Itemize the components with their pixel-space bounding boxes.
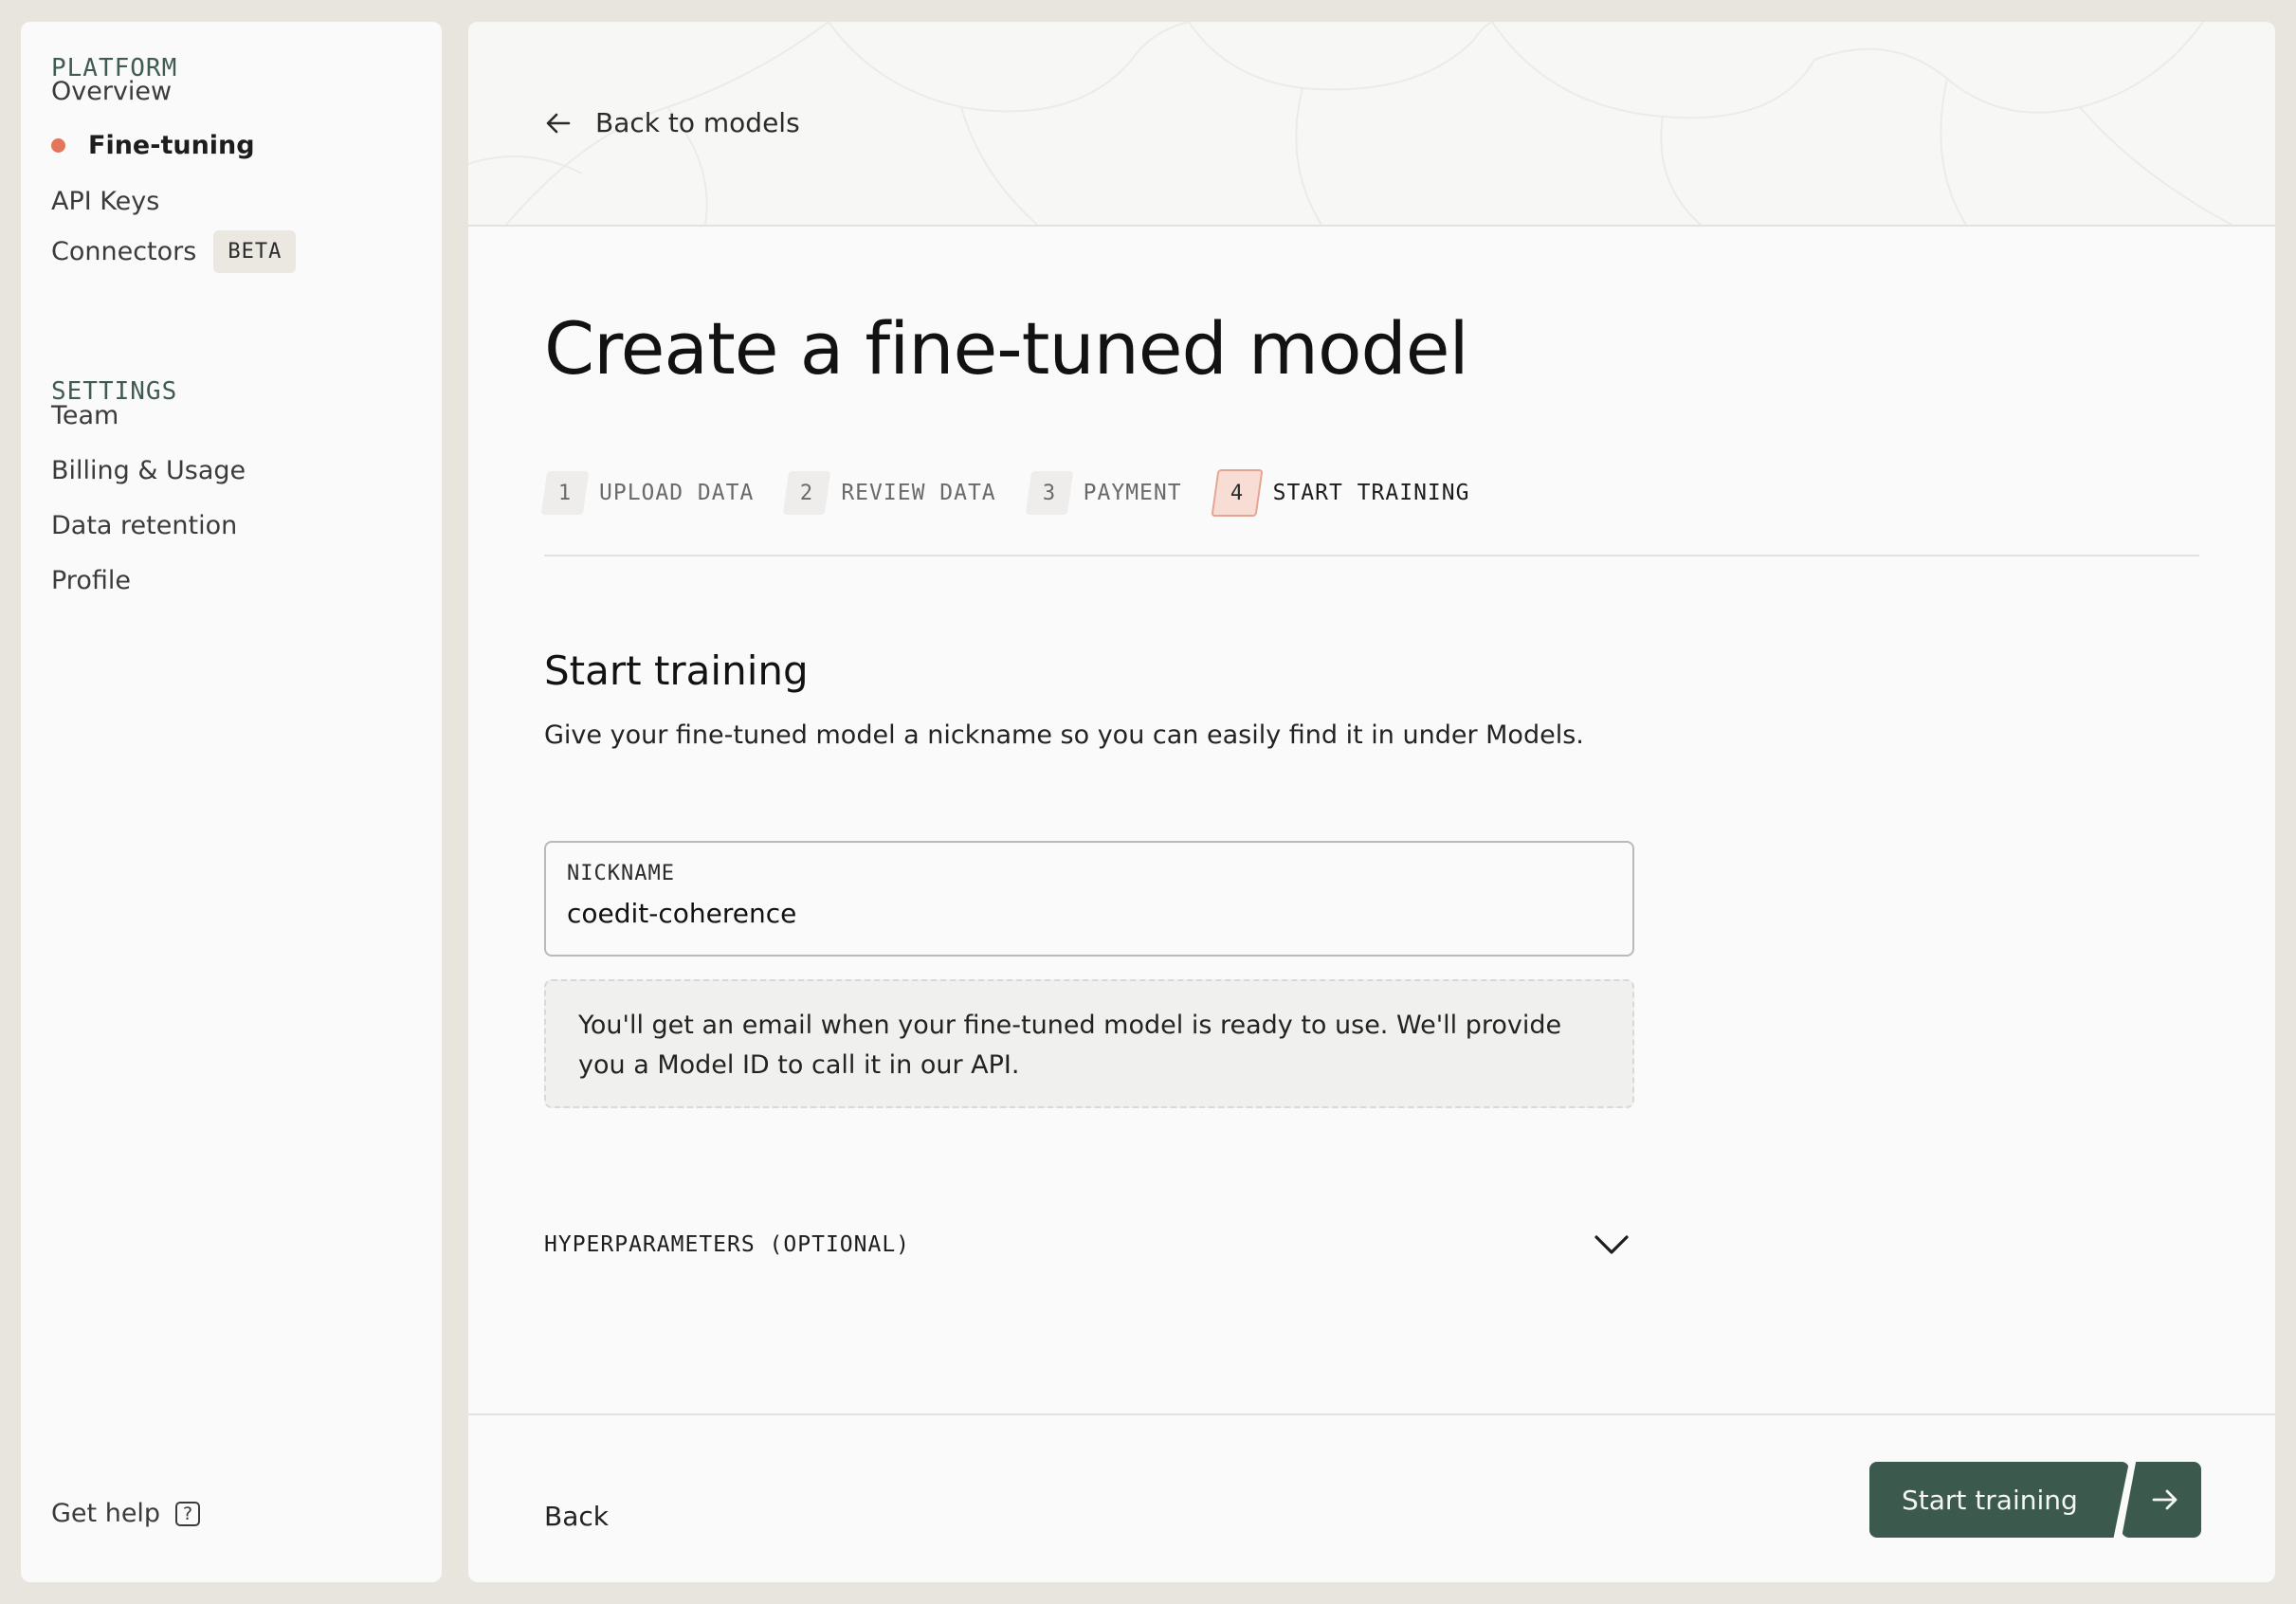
sidebar-item-connectors[interactable]: Connectors BETA xyxy=(51,230,297,273)
stepper: 1 UPLOAD DATA 2 REVIEW DATA 3 PAYMENT 4 … xyxy=(540,469,1502,517)
back-to-models-link[interactable]: Back to models xyxy=(544,107,800,138)
beta-badge: BETA xyxy=(213,230,297,273)
sidebar-item-label: Overview xyxy=(51,77,173,106)
nickname-field[interactable]: NICKNAME xyxy=(544,841,1634,957)
sidebar-item-overview[interactable]: Overview xyxy=(51,77,172,106)
sidebar-item-profile[interactable]: Profile xyxy=(51,566,131,595)
start-training-arrow-button[interactable] xyxy=(2122,1462,2201,1538)
step-start-training[interactable]: 4 START TRAINING xyxy=(1211,469,1470,517)
hyperparameters-label: HYPERPARAMETERS (OPTIONAL) xyxy=(544,1232,911,1257)
chevron-down-icon xyxy=(1594,1235,1629,1254)
active-indicator-dot xyxy=(51,138,65,153)
step-number: 2 xyxy=(783,471,831,515)
step-label: REVIEW DATA xyxy=(841,481,996,505)
step-number: 1 xyxy=(540,471,590,515)
step-label: START TRAINING xyxy=(1272,481,1470,505)
step-number: 4 xyxy=(1211,469,1264,517)
hyperparameters-toggle[interactable]: HYPERPARAMETERS (OPTIONAL) xyxy=(544,1226,1634,1264)
get-help-link[interactable]: Get help ? xyxy=(51,1499,201,1528)
step-review-data[interactable]: 2 REVIEW DATA xyxy=(783,471,996,515)
question-square-icon: ? xyxy=(175,1501,201,1526)
header-band: Back to models xyxy=(468,22,2275,227)
sidebar-item-team[interactable]: Team xyxy=(51,401,118,430)
step-upload-data[interactable]: 1 UPLOAD DATA xyxy=(540,471,755,515)
app-window: PLATFORM Overview Fine-tuning API Keys C… xyxy=(0,0,2296,1604)
main-panel: Back to models Create a fine-tuned model… xyxy=(468,22,2275,1582)
arrow-right-icon xyxy=(2152,1489,2178,1510)
sidebar-item-label: Profile xyxy=(51,566,131,595)
sidebar-item-label: Team xyxy=(51,401,119,430)
sidebar-item-api-keys[interactable]: API Keys xyxy=(51,187,159,216)
footer-divider xyxy=(468,1413,2275,1415)
step-label: PAYMENT xyxy=(1083,481,1182,505)
section-title: Start training xyxy=(544,647,809,694)
page-title: Create a fine-tuned model xyxy=(544,306,1469,391)
step-label: UPLOAD DATA xyxy=(599,481,755,505)
sidebar-item-data-retention[interactable]: Data retention xyxy=(51,511,237,540)
sidebar-item-label: Data retention xyxy=(51,511,238,540)
arrow-left-icon xyxy=(546,113,571,133)
sidebar-item-fine-tuning[interactable]: Fine-tuning xyxy=(51,131,255,160)
divider xyxy=(544,555,2199,556)
step-payment[interactable]: 3 PAYMENT xyxy=(1025,471,1182,515)
sidebar-item-label: API Keys xyxy=(51,187,160,216)
step-number: 3 xyxy=(1025,471,1073,515)
sidebar-item-label: Connectors xyxy=(51,237,197,266)
sidebar: PLATFORM Overview Fine-tuning API Keys C… xyxy=(21,22,442,1582)
sidebar-item-label: Fine-tuning xyxy=(88,131,255,160)
back-to-models-label: Back to models xyxy=(595,107,800,138)
info-notice: You'll get an email when your fine-tuned… xyxy=(544,979,1634,1108)
nickname-label: NICKNAME xyxy=(567,862,675,885)
get-help-label: Get help xyxy=(51,1499,161,1528)
start-training-button[interactable]: Start training xyxy=(1869,1462,2129,1538)
back-button[interactable]: Back xyxy=(544,1501,609,1532)
sidebar-item-label: Billing & Usage xyxy=(51,456,246,485)
nickname-input[interactable] xyxy=(567,898,1610,929)
sidebar-item-billing-usage[interactable]: Billing & Usage xyxy=(51,456,246,485)
section-description: Give your fine-tuned model a nickname so… xyxy=(544,720,1584,750)
